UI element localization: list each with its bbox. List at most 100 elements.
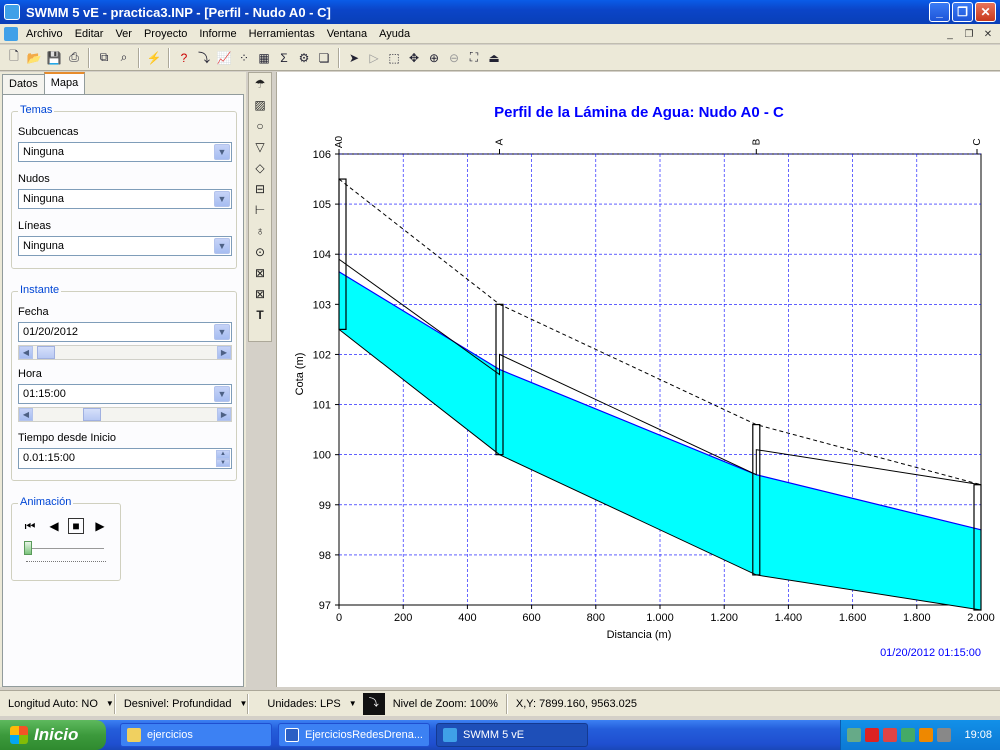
menu-ver[interactable]: Ver bbox=[109, 28, 138, 40]
options-icon[interactable]: ⚙ bbox=[294, 48, 314, 68]
outlet-icon[interactable]: ⊠ bbox=[249, 283, 271, 304]
animation-speed-slider[interactable] bbox=[24, 541, 32, 555]
open-folder-icon[interactable]: 📂 bbox=[24, 48, 44, 68]
cascade-windows-icon[interactable]: ❏ bbox=[314, 48, 334, 68]
hora-select[interactable]: 01:15:00 ▼ bbox=[18, 384, 232, 404]
task-word-document[interactable]: EjerciciosRedesDrena... bbox=[278, 723, 430, 747]
weir-icon[interactable]: ⊠ bbox=[249, 262, 271, 283]
pump-icon[interactable]: ♁ bbox=[249, 220, 271, 241]
task-swmm[interactable]: SWMM 5 vE bbox=[436, 723, 588, 747]
mdi-close-button[interactable]: ✕ bbox=[980, 27, 996, 41]
junction-circle-icon[interactable]: ○ bbox=[249, 115, 271, 136]
animation-speed-track[interactable] bbox=[24, 548, 104, 558]
y-tick-label: 102 bbox=[313, 349, 331, 361]
tiempo-spinner[interactable]: 0.01:15:00 ▲ ▼ bbox=[18, 448, 232, 469]
label-text-icon[interactable]: T bbox=[249, 304, 271, 325]
storage-unit-icon[interactable]: ⊟ bbox=[249, 178, 271, 199]
chevron-down-icon[interactable]: ▼ bbox=[214, 191, 230, 207]
desnivel-status[interactable]: Desnivel: Profundidad bbox=[116, 698, 240, 710]
longitud-auto-status[interactable]: Longitud Auto: NO bbox=[0, 698, 106, 710]
pan-icon[interactable]: ✥ bbox=[404, 48, 424, 68]
maximize-button[interactable]: ❐ bbox=[952, 2, 973, 22]
zoom-out-icon[interactable]: ⊖ bbox=[444, 48, 464, 68]
mdi-minimize-button[interactable]: _ bbox=[942, 27, 958, 41]
play-backward-icon[interactable]: ◀ bbox=[46, 518, 62, 534]
menu-ayuda[interactable]: Ayuda bbox=[373, 28, 416, 40]
conduit-icon[interactable]: ⊢ bbox=[249, 199, 271, 220]
menu-editar[interactable]: Editar bbox=[69, 28, 110, 40]
tab-datos[interactable]: Datos bbox=[2, 74, 45, 96]
fecha-scroll-thumb[interactable] bbox=[37, 346, 55, 359]
hora-scrollbar[interactable]: ◀ ▶ bbox=[18, 407, 232, 422]
unidades-status[interactable]: Unidades: LPS bbox=[249, 698, 348, 710]
profile-plot-icon[interactable]: ⤵ bbox=[194, 48, 214, 68]
statistics-sigma-icon[interactable]: Σ bbox=[274, 48, 294, 68]
chevron-down-icon[interactable]: ▼ bbox=[349, 699, 357, 708]
run-lightning-icon[interactable]: ⚡ bbox=[144, 48, 164, 68]
chevron-down-icon[interactable]: ▼ bbox=[214, 324, 230, 340]
select-arrow-icon[interactable]: ➤ bbox=[344, 48, 364, 68]
menu-herramientas[interactable]: Herramientas bbox=[243, 28, 321, 40]
tab-mapa[interactable]: Mapa bbox=[43, 72, 86, 94]
orifice-icon[interactable]: ⊙ bbox=[249, 241, 271, 262]
spin-up-icon[interactable]: ▲ bbox=[216, 450, 230, 459]
nudos-select[interactable]: Ninguna ▼ bbox=[18, 189, 232, 209]
new-file-icon[interactable]: 🗋 bbox=[4, 48, 24, 68]
security-icon[interactable] bbox=[883, 728, 897, 742]
time-series-icon[interactable]: 📈 bbox=[214, 48, 234, 68]
x-tick-label: 200 bbox=[394, 612, 412, 624]
copy-icon[interactable]: ⧉ bbox=[94, 48, 114, 68]
print-icon[interactable]: ⎙ bbox=[64, 48, 84, 68]
update-icon[interactable] bbox=[901, 728, 915, 742]
chevron-down-icon[interactable]: ▼ bbox=[106, 699, 114, 708]
save-icon[interactable]: 💾 bbox=[44, 48, 64, 68]
menu-ventana[interactable]: Ventana bbox=[321, 28, 373, 40]
scatter-plot-icon[interactable]: ⁘ bbox=[234, 48, 254, 68]
start-button[interactable]: Inicio bbox=[0, 720, 106, 750]
subcatchment-icon[interactable]: ▨ bbox=[249, 94, 271, 115]
zoom-in-icon[interactable]: ⊕ bbox=[424, 48, 444, 68]
find-binoculars-icon[interactable]: ⌕ bbox=[114, 48, 134, 68]
chevron-down-icon[interactable]: ▼ bbox=[214, 386, 230, 402]
x-tick-label: 400 bbox=[458, 612, 476, 624]
close-button[interactable]: ✕ bbox=[975, 2, 996, 22]
menu-informe[interactable]: Informe bbox=[193, 28, 242, 40]
full-extent-icon[interactable]: ⛶ bbox=[464, 48, 484, 68]
fecha-select[interactable]: 01/20/2012 ▼ bbox=[18, 322, 232, 342]
chevron-down-icon[interactable]: ▼ bbox=[214, 238, 230, 254]
minimize-button[interactable]: _ bbox=[929, 2, 950, 22]
divider-diamond-icon[interactable]: ◇ bbox=[249, 157, 271, 178]
chevron-down-icon[interactable]: ▼ bbox=[239, 699, 247, 708]
fecha-scrollbar[interactable]: ◀ ▶ bbox=[18, 345, 232, 360]
query-icon[interactable]: ? bbox=[174, 48, 194, 68]
menu-proyecto[interactable]: Proyecto bbox=[138, 28, 193, 40]
table-icon[interactable]: ▦ bbox=[254, 48, 274, 68]
rewind-icon[interactable]: ⏮ bbox=[22, 518, 38, 534]
outfall-triangle-icon[interactable]: ▽ bbox=[249, 136, 271, 157]
task-ejercicios[interactable]: ejercicios bbox=[120, 723, 272, 747]
chevron-down-icon[interactable]: ▼ bbox=[214, 144, 230, 160]
lineas-select[interactable]: Ninguna ▼ bbox=[18, 236, 232, 256]
scroll-right-icon[interactable]: ▶ bbox=[217, 346, 231, 359]
menu-archivo[interactable]: Archivo bbox=[20, 28, 69, 40]
raingage-icon[interactable]: ☂ bbox=[249, 73, 271, 94]
pdf-icon[interactable] bbox=[865, 728, 879, 742]
measure-icon[interactable]: ⏏ bbox=[484, 48, 504, 68]
stop-icon[interactable]: ■ bbox=[68, 518, 84, 534]
scroll-left-icon[interactable]: ◀ bbox=[19, 346, 33, 359]
antivirus-icon[interactable] bbox=[919, 728, 933, 742]
network-icon[interactable] bbox=[847, 728, 861, 742]
scroll-right-icon[interactable]: ▶ bbox=[217, 408, 231, 421]
slider-ticks bbox=[26, 561, 106, 565]
play-forward-icon[interactable]: ▶ bbox=[92, 518, 108, 534]
document-icon[interactable] bbox=[4, 26, 18, 41]
volume-icon[interactable] bbox=[937, 728, 951, 742]
scroll-left-icon[interactable]: ◀ bbox=[19, 408, 33, 421]
subcuencas-select[interactable]: Ninguna ▼ bbox=[18, 142, 232, 162]
vertex-select-icon[interactable]: ▷ bbox=[364, 48, 384, 68]
region-select-icon[interactable]: ⬚ bbox=[384, 48, 404, 68]
spin-down-icon[interactable]: ▼ bbox=[216, 458, 230, 467]
swmm-app-icon[interactable] bbox=[4, 4, 20, 20]
hora-scroll-thumb[interactable] bbox=[83, 408, 101, 421]
mdi-restore-button[interactable]: ❐ bbox=[961, 27, 977, 41]
